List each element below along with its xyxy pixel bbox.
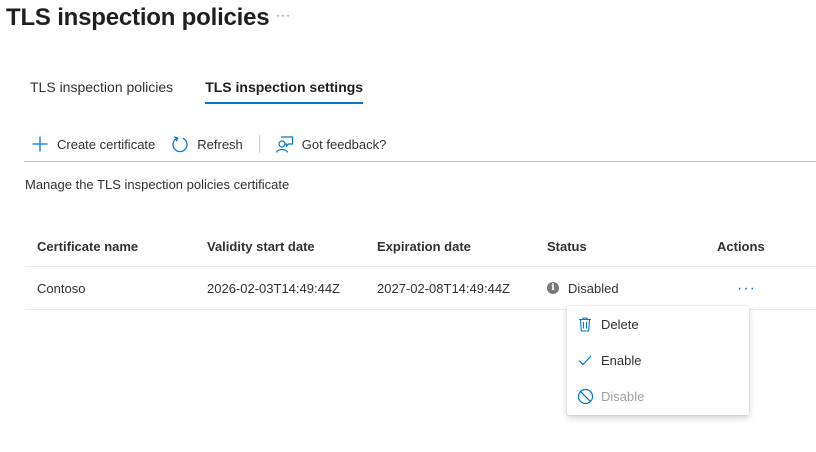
refresh-icon [170, 134, 190, 154]
column-header-validity-start[interactable]: Validity start date [195, 239, 365, 254]
table-row[interactable]: Contoso 2026-02-03T14:49:44Z 2027-02-08T… [25, 267, 816, 310]
toolbar-divider-line [24, 161, 816, 162]
table-header-row: Certificate name Validity start date Exp… [25, 226, 816, 267]
feedback-button[interactable]: Got feedback? [275, 133, 387, 155]
refresh-button[interactable]: Refresh [170, 133, 243, 155]
menu-item-delete-label: Delete [601, 316, 639, 332]
checkmark-icon [576, 351, 594, 369]
certificates-table: Certificate name Validity start date Exp… [25, 226, 816, 310]
page-title: TLS inspection policies [6, 4, 270, 31]
column-header-status[interactable]: Status [535, 239, 705, 254]
feedback-icon [275, 134, 295, 154]
status-text: Disabled [568, 280, 619, 296]
menu-item-enable[interactable]: Enable [567, 342, 749, 378]
page-description: Manage the TLS inspection policies certi… [25, 177, 290, 192]
command-bar: Create certificate Refresh Got feedback? [30, 133, 386, 155]
more-options-icon[interactable]: ··· [276, 8, 291, 22]
actions-cell: ··· [705, 280, 805, 297]
menu-item-delete[interactable]: Delete [567, 306, 749, 342]
info-icon: i [547, 282, 559, 294]
certificate-name-cell: Contoso [37, 280, 86, 296]
add-icon [30, 134, 50, 154]
menu-item-disable-label: Disable [601, 388, 645, 404]
trash-icon [576, 315, 594, 333]
create-certificate-label: Create certificate [57, 136, 156, 152]
feedback-label: Got feedback? [301, 136, 387, 152]
tab-tls-inspection-policies[interactable]: TLS inspection policies [30, 78, 173, 104]
refresh-label: Refresh [197, 136, 243, 152]
tab-list: TLS inspection policies TLS inspection s… [30, 78, 395, 104]
status-cell: i Disabled [535, 281, 705, 296]
column-header-certificate-name[interactable]: Certificate name [25, 239, 195, 254]
expiration-cell: 2027-02-08T14:49:44Z [377, 280, 510, 296]
blocked-icon [576, 387, 594, 405]
column-header-actions: Actions [717, 238, 765, 254]
create-certificate-button[interactable]: Create certificate [30, 133, 155, 155]
toolbar-divider [258, 135, 260, 153]
validity-start-cell: 2026-02-03T14:49:44Z [207, 280, 340, 296]
menu-item-disable: Disable [567, 378, 749, 414]
row-actions-more-icon[interactable]: ··· [717, 280, 756, 297]
tab-tls-inspection-settings[interactable]: TLS inspection settings [205, 78, 363, 104]
menu-item-enable-label: Enable [601, 352, 642, 368]
column-header-expiration[interactable]: Expiration date [365, 239, 535, 254]
row-actions-menu: Delete Enable Disable [567, 306, 749, 415]
